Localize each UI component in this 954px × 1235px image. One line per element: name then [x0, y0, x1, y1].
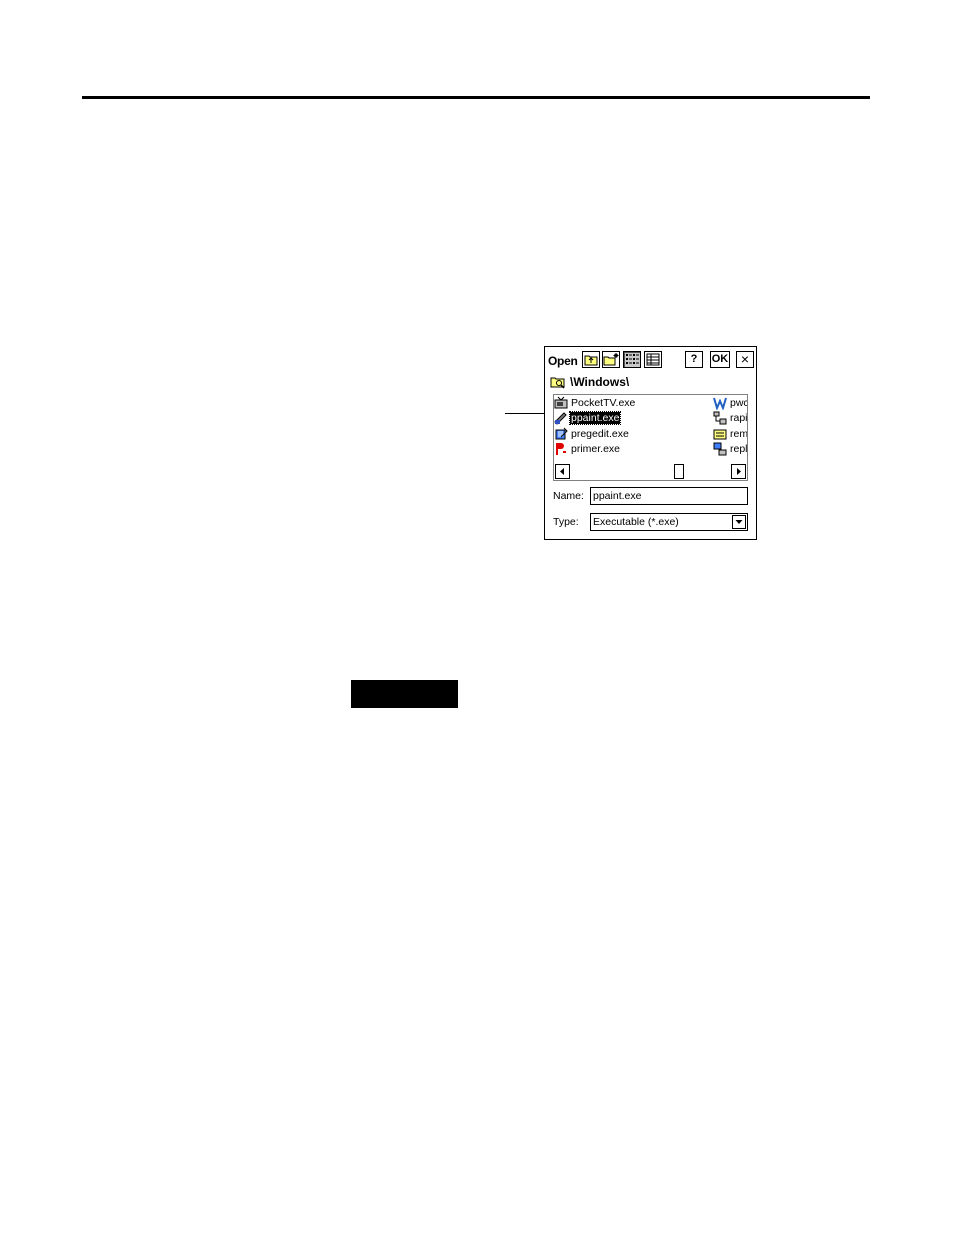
file-item-label: repl	[730, 443, 748, 455]
name-label: Name:	[553, 490, 584, 502]
arrow-left-icon	[560, 468, 564, 475]
close-button[interactable]: ×	[736, 351, 754, 368]
remote-icon	[713, 429, 727, 440]
scroll-left-button[interactable]	[555, 464, 570, 479]
details-view-icon	[646, 353, 660, 366]
registry-editor-icon	[555, 427, 568, 440]
file-item-label: rem	[730, 428, 748, 440]
horizontal-scrollbar[interactable]	[555, 464, 746, 479]
type-label: Type:	[553, 516, 579, 528]
open-dialog: Open ? OK × \Windows\ PocketTV.exe ppain…	[544, 346, 757, 540]
help-button[interactable]: ?	[685, 351, 703, 368]
new-folder-icon	[603, 353, 619, 366]
up-folder-button[interactable]	[582, 351, 600, 368]
type-select[interactable]: Executable (*.exe)	[590, 513, 748, 531]
ok-button[interactable]: OK	[710, 351, 730, 368]
file-item-label: PocketTV.exe	[571, 397, 636, 409]
chevron-down-icon	[735, 520, 743, 524]
scroll-thumb[interactable]	[674, 464, 684, 479]
arrow-right-icon	[737, 468, 741, 475]
rapi-icon	[713, 411, 727, 425]
new-folder-button[interactable]	[602, 351, 620, 368]
type-dropdown-button[interactable]	[732, 515, 746, 529]
top-rule	[82, 96, 870, 99]
repllog-icon	[713, 442, 727, 456]
list-view-icon	[626, 354, 639, 364]
file-list[interactable]: PocketTV.exe ppaint.exe pregedit.exe pri…	[553, 394, 748, 481]
file-item-label: ppaint.exe	[568, 411, 622, 425]
dialog-title: Open	[548, 354, 578, 368]
type-value: Executable (*.exe)	[593, 516, 679, 528]
tv-icon	[554, 396, 568, 409]
up-folder-icon	[584, 355, 598, 366]
scroll-right-button[interactable]	[731, 464, 746, 479]
primer-icon	[556, 443, 566, 455]
name-input[interactable]: ppaint.exe	[590, 487, 748, 505]
path-label: \Windows\	[570, 375, 630, 389]
file-item-label: pwc	[730, 397, 748, 409]
file-item-label: primer.exe	[571, 443, 621, 455]
file-item-label: pregedit.exe	[571, 428, 629, 440]
details-view-button[interactable]	[644, 351, 662, 368]
file-item-label: rapi	[730, 412, 748, 424]
list-view-button[interactable]	[623, 351, 641, 368]
folder-path-icon	[550, 377, 565, 389]
word-icon	[713, 397, 727, 410]
paint-icon	[554, 412, 567, 425]
redacted-block	[351, 680, 458, 708]
